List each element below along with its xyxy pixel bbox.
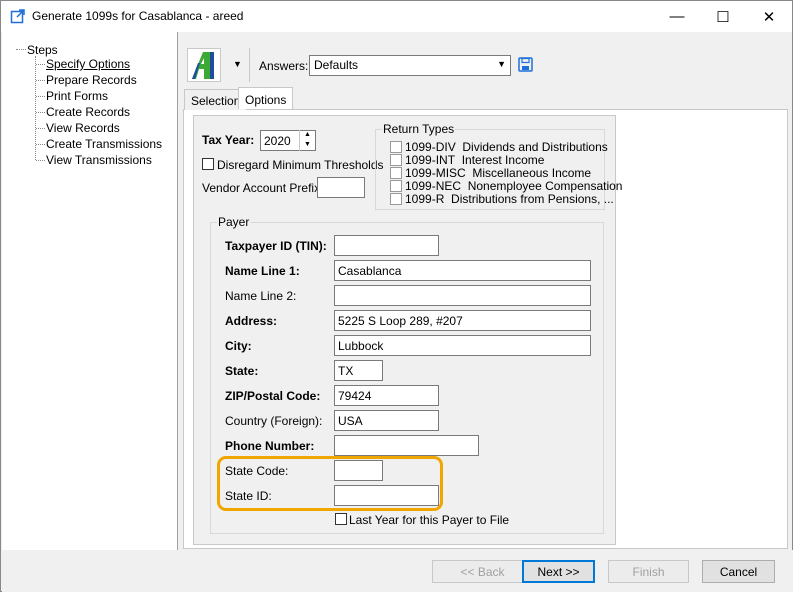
dialog-window: Generate 1099s for Casablanca - areed — … — [0, 0, 793, 592]
phone-input[interactable] — [334, 435, 479, 456]
return-type-desc: Distributions from Pensions, ... — [451, 192, 614, 206]
return-type-label: 1099-R Distributions from Pensions, ... — [405, 192, 614, 206]
tree-item-label: Print Forms — [46, 89, 109, 103]
address-label: Address: — [225, 314, 278, 328]
back-button[interactable]: << Back — [432, 560, 533, 583]
tree-item-create-transmissions[interactable]: Create Transmissions — [46, 137, 162, 151]
tree-item-label: View Transmissions — [46, 153, 152, 167]
tree-item-label: Create Transmissions — [46, 137, 163, 151]
zip-label: ZIP/Postal Code: — [225, 389, 321, 403]
return-types-title: Return Types — [382, 122, 456, 136]
return-type-desc: Miscellaneous Income — [472, 166, 592, 180]
tree-connector — [36, 160, 45, 161]
return-type-checkbox[interactable] — [390, 154, 402, 166]
tree-root-steps[interactable]: Steps — [27, 43, 58, 57]
return-type-label: 1099-MISC Miscellaneous Income — [405, 166, 591, 180]
return-type-code: 1099-INT — [405, 153, 456, 167]
tree-item-prepare-records[interactable]: Prepare Records — [46, 73, 137, 87]
return-type-label: 1099-INT Interest Income — [405, 153, 544, 167]
return-type-checkbox[interactable] — [390, 193, 402, 205]
tree-connector — [36, 128, 45, 129]
return-type-checkbox[interactable] — [390, 167, 402, 179]
phone-label: Phone Number: — [225, 439, 315, 453]
city-label: City: — [225, 339, 252, 353]
return-type-desc: Dividends and Distributions — [462, 140, 608, 154]
city-input[interactable]: Lubbock — [334, 335, 591, 356]
state-input[interactable]: TX — [334, 360, 383, 381]
disregard-thresholds-checkbox[interactable] — [202, 158, 214, 170]
next-button[interactable]: Next >> — [522, 560, 595, 583]
vendor-prefix-label: Vendor Account Prefix: — [202, 181, 324, 195]
tree-item-specify-options[interactable]: Specify Options — [46, 57, 130, 71]
app-logo-icon — [192, 52, 214, 79]
toolbar-separator — [249, 48, 250, 82]
address-input[interactable]: 5225 S Loop 289, #207 — [334, 310, 591, 331]
country-label: Country (Foreign): — [225, 414, 323, 428]
save-icon[interactable] — [518, 57, 533, 72]
last-year-label: Last Year for this Payer to File — [349, 513, 510, 527]
answers-value: Defaults — [314, 58, 359, 72]
payer-title: Payer — [217, 215, 251, 229]
tax-year-spinner[interactable]: ▲ ▼ — [299, 130, 315, 151]
tree-connector — [36, 144, 45, 145]
title-bar: Generate 1099s for Casablanca - areed — … — [1, 1, 792, 32]
vendor-prefix-input[interactable] — [317, 177, 365, 198]
tree-connector — [36, 96, 45, 97]
return-type-label: 1099-DIV Dividends and Distributions — [405, 140, 608, 154]
state-label: State: — [225, 364, 259, 378]
name-line1-label: Name Line 1: — [225, 264, 300, 278]
external-link-icon — [10, 9, 25, 24]
steps-tree: Steps Specify Options Prepare Records Pr… — [2, 32, 178, 550]
return-type-checkbox[interactable] — [390, 141, 402, 153]
return-type-desc: Nonemployee Compensation — [467, 179, 623, 193]
tax-year-label: Tax Year: — [202, 133, 255, 147]
cancel-button[interactable]: Cancel — [702, 560, 775, 583]
finish-button[interactable]: Finish — [608, 560, 689, 583]
tree-item-label: Prepare Records — [46, 73, 137, 87]
tree-connector — [36, 64, 45, 65]
tree-item-label: View Records — [46, 121, 120, 135]
answers-dropdown[interactable]: Defaults ▼ — [309, 55, 511, 76]
tree-item-create-records[interactable]: Create Records — [46, 105, 130, 119]
last-year-checkbox[interactable] — [335, 513, 347, 525]
tin-label: Taxpayer ID (TIN): — [225, 239, 327, 253]
name-line1-input[interactable]: Casablanca — [334, 260, 591, 281]
chevron-down-icon[interactable]: ▼ — [233, 59, 242, 69]
minimize-button[interactable]: — — [654, 1, 700, 32]
return-type-code: 1099-MISC — [405, 166, 466, 180]
return-type-label: 1099-NEC Nonemployee Compensation — [405, 179, 622, 193]
tree-connector — [36, 112, 45, 113]
chevron-down-icon: ▼ — [497, 59, 506, 69]
answers-label: Answers: — [259, 59, 309, 73]
return-type-checkbox[interactable] — [390, 180, 402, 192]
tree-connector — [16, 49, 26, 50]
tree-item-view-transmissions[interactable]: View Transmissions — [46, 153, 152, 167]
tree-item-label: Create Records — [46, 105, 131, 119]
spin-down-icon[interactable]: ▼ — [300, 140, 315, 150]
tree-item-print-forms[interactable]: Print Forms — [46, 89, 108, 103]
maximize-button[interactable]: ☐ — [700, 1, 746, 32]
return-type-desc: Interest Income — [461, 153, 545, 167]
name-line2-label: Name Line 2: — [225, 289, 297, 303]
tab-options[interactable]: Options — [238, 87, 294, 109]
app-logo-icon[interactable] — [187, 48, 221, 82]
spin-up-icon[interactable]: ▲ — [300, 130, 315, 140]
return-type-code: 1099-NEC — [405, 179, 462, 193]
highlight-callout — [217, 456, 443, 511]
tree-item-label: Specify Options — [46, 57, 131, 71]
name-line2-input[interactable] — [334, 285, 591, 306]
window-title: Generate 1099s for Casablanca - areed — [32, 9, 244, 23]
tree-connector — [36, 80, 45, 81]
tin-input[interactable] — [334, 235, 439, 256]
country-input[interactable]: USA — [334, 410, 439, 431]
tree-item-view-records[interactable]: View Records — [46, 121, 120, 135]
close-button[interactable]: ✕ — [746, 1, 792, 32]
disregard-thresholds-label: Disregard Minimum Thresholds — [217, 158, 384, 172]
zip-input[interactable]: 79424 — [334, 385, 439, 406]
return-type-code: 1099-R — [405, 192, 445, 206]
return-type-code: 1099-DIV — [405, 140, 456, 154]
